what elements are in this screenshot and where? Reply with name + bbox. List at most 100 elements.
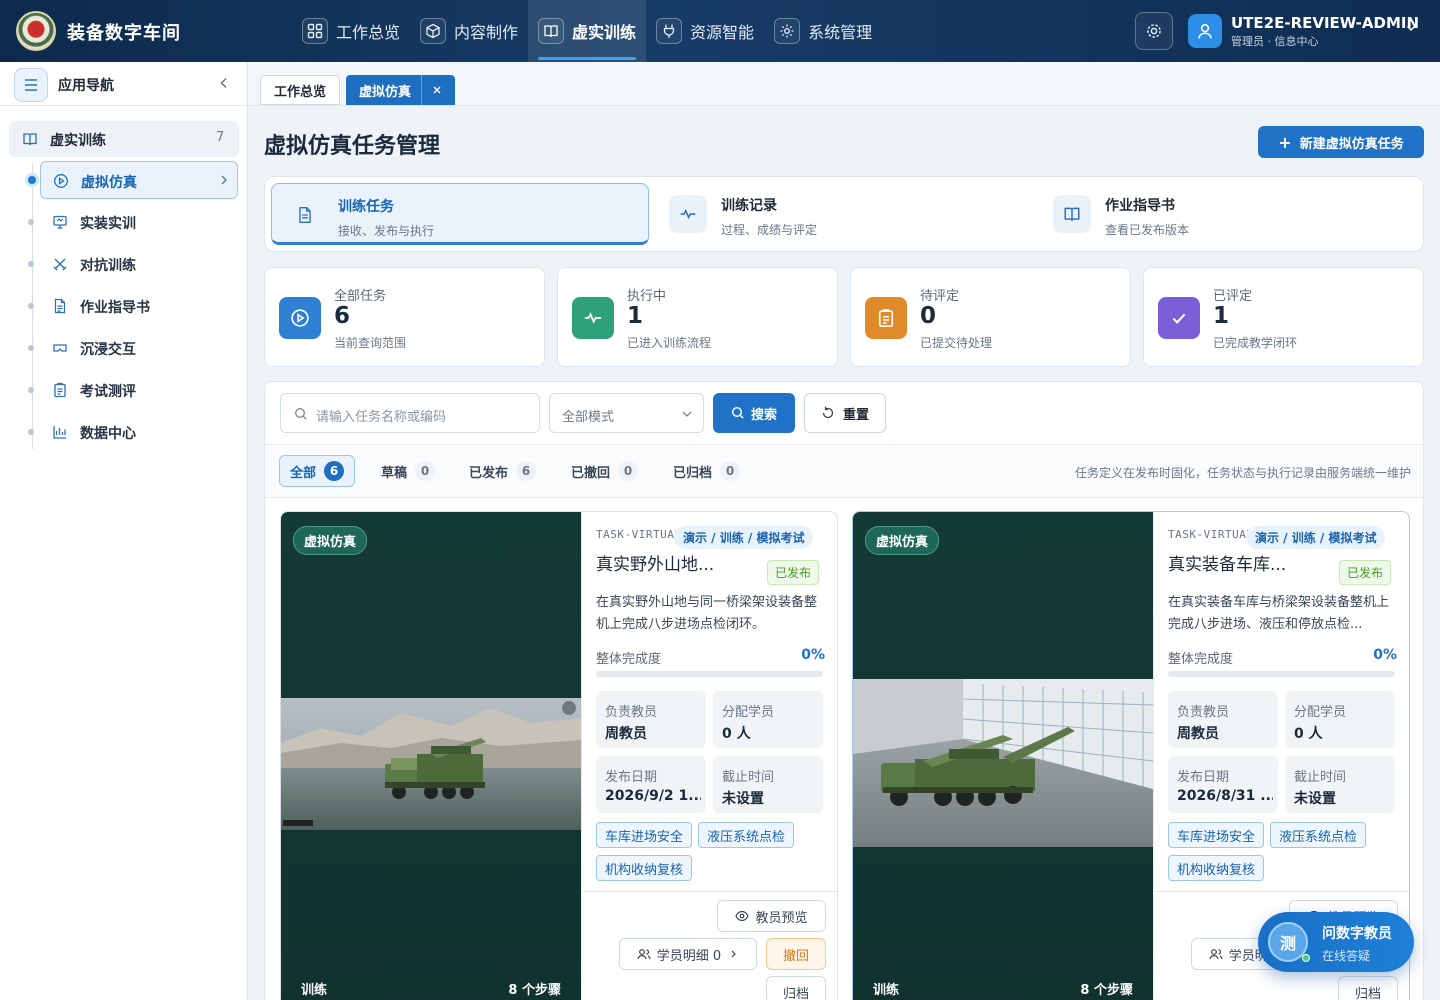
nav-item-system[interactable]: 系统管理 xyxy=(764,0,882,62)
search-icon xyxy=(294,407,308,421)
clipboard-icon xyxy=(52,382,68,398)
user-name[interactable]: UTE2E-REVIEW-ADMIN xyxy=(1231,14,1419,32)
button-label: 教员预览 xyxy=(755,910,808,926)
archive-button[interactable]: 归档 xyxy=(766,976,826,1000)
sidebar-item-guide[interactable]: 作业指导书 xyxy=(28,287,238,325)
sidebar-item-immersive[interactable]: 沉浸交互 xyxy=(28,329,238,367)
filter-label: 已撤回 xyxy=(571,465,611,481)
filter-published[interactable]: 已发布 6 xyxy=(459,455,546,487)
tab-virtual-sim[interactable]: 虚拟仿真 xyxy=(346,75,456,105)
nav-item-content[interactable]: 内容制作 xyxy=(410,0,528,62)
tree-dot xyxy=(28,176,36,184)
field-label: 截止时间 xyxy=(1294,770,1347,785)
search-input[interactable]: 请输入任务名称或编码 xyxy=(280,393,540,433)
filter-all[interactable]: 全部 6 xyxy=(279,455,356,487)
segment-title: 训练任务 xyxy=(338,199,394,215)
archive-button[interactable]: 归档 xyxy=(1338,976,1398,1000)
filter-draft[interactable]: 草稿 0 xyxy=(371,455,445,487)
user-avatar[interactable] xyxy=(1188,14,1222,48)
field-label: 分配学员 xyxy=(1294,705,1347,720)
sidebar-item-virtual-sim[interactable]: 虚拟仿真 xyxy=(28,161,238,199)
document-icon xyxy=(52,298,68,314)
nav-label: 工作总览 xyxy=(336,23,401,42)
publish-date-field: 发布日期 2026/8/31 ... xyxy=(1168,756,1278,813)
task-description: 在真实野外山地与同一桥梁架设装备整机上完成八步进场点检闭环。 xyxy=(596,595,818,632)
tree-dot xyxy=(28,387,34,393)
search-button[interactable]: 搜索 xyxy=(713,393,795,433)
sidebar-item-exam[interactable]: 考试测评 xyxy=(28,371,238,409)
field-label: 负责教员 xyxy=(1177,705,1230,720)
task-code: TASK-VIRTUAL xyxy=(1168,528,1248,541)
new-task-button[interactable]: + 新建虚拟仿真任务 xyxy=(1258,126,1424,158)
sidebar-item-confrontation[interactable]: 对抗训练 xyxy=(28,245,238,283)
clipboard-icon xyxy=(865,297,907,339)
users-icon xyxy=(1209,949,1223,960)
reset-button-label: 重置 xyxy=(842,407,869,423)
progress-value: 0% xyxy=(801,647,825,663)
eye-icon xyxy=(735,910,750,922)
mode-badge: 演示 / 训练 / 模拟考试 xyxy=(674,526,814,549)
play-circle-icon xyxy=(279,297,321,339)
segment-tasks[interactable]: 训练任务 接收、发布与执行 xyxy=(271,183,649,245)
segment-subtitle: 接收、发布与执行 xyxy=(338,224,435,238)
task-card-body: TASK-VIRTUAL 演示 / 训练 / 模拟考试 真实野外山地... 已发… xyxy=(581,512,837,1000)
user-icon xyxy=(1198,24,1212,39)
field-value: 周教员 xyxy=(1177,726,1219,742)
user-role: 管理员 · 信息中心 xyxy=(1231,35,1319,48)
document-icon xyxy=(286,196,324,234)
top-nav: 工作总览 内容制作 虚实训练 资源智能 系统管理 xyxy=(292,0,882,62)
collapse-icon[interactable] xyxy=(218,76,230,90)
task-title[interactable]: 真实装备车库... xyxy=(1168,550,1286,575)
type-badge: 虚拟仿真 xyxy=(865,526,940,555)
withdraw-button[interactable]: 撤回 xyxy=(766,938,826,970)
gear-icon xyxy=(774,18,801,44)
mode-select[interactable]: 全部模式 xyxy=(549,393,704,433)
sidebar-item-label: 数据中心 xyxy=(80,426,136,442)
plus-icon: + xyxy=(1278,132,1292,152)
sidebar-item-data-center[interactable]: 数据中心 xyxy=(28,413,238,451)
skill-tag: 车库进场安全 xyxy=(596,822,693,848)
filter-archived[interactable]: 已归档 0 xyxy=(663,455,750,487)
sidebar-item-label: 对抗训练 xyxy=(80,258,136,274)
refresh-icon xyxy=(822,406,834,419)
menu-icon xyxy=(25,79,37,91)
sidebar-group-training[interactable]: 虚实训练 7 xyxy=(9,121,239,157)
chevron-right-icon xyxy=(219,174,229,186)
book-icon xyxy=(22,131,38,147)
reset-button[interactable]: 重置 xyxy=(804,393,886,433)
ask-assistant-button[interactable]: 测 问数字教员 在线答疑 xyxy=(1258,912,1414,972)
stat-sub: 当前查询范围 xyxy=(334,336,407,350)
filter-withdrawn[interactable]: 已撤回 0 xyxy=(561,455,648,487)
nav-item-overview[interactable]: 工作总览 xyxy=(292,0,410,62)
segment-records[interactable]: 训练记录 过程、成绩与评定 xyxy=(655,183,1033,245)
teacher-preview-button[interactable]: 教员预览 xyxy=(717,900,826,932)
students-field: 分配学员 0 人 xyxy=(713,691,823,748)
skill-tag: 机构收纳复核 xyxy=(1168,855,1265,881)
progress-bar xyxy=(596,671,823,677)
sidebar-item-real-equipment[interactable]: 实装实训 xyxy=(28,203,238,241)
nav-item-training[interactable]: 虚实训练 xyxy=(528,0,647,62)
swords-icon xyxy=(52,256,68,272)
chevron-down-icon[interactable] xyxy=(1405,22,1417,34)
assistant-subtitle: 在线答疑 xyxy=(1322,949,1371,963)
sidebar-item-label: 实装实训 xyxy=(80,216,136,232)
book-icon xyxy=(1053,195,1091,233)
segment-title: 训练记录 xyxy=(721,198,777,214)
task-title[interactable]: 真实野外山地... xyxy=(596,550,714,575)
tab-overview[interactable]: 工作总览 xyxy=(260,75,340,105)
nav-item-resources[interactable]: 资源智能 xyxy=(646,0,764,62)
mode-select-value: 全部模式 xyxy=(562,410,615,425)
settings-button[interactable] xyxy=(1135,12,1173,50)
progress-label: 整体完成度 xyxy=(1168,652,1234,667)
student-detail-button[interactable]: 学员明细 0 xyxy=(619,938,757,970)
field-value: 未设置 xyxy=(722,791,764,807)
card-mode-label: 训练 xyxy=(873,983,900,998)
chevron-down-icon xyxy=(681,409,693,419)
menu-toggle-button[interactable] xyxy=(14,68,48,102)
task-card[interactable]: 虚拟仿真 训练 8 个步骤 TASK-VIRTUAL 演示 / 训练 / 模拟考… xyxy=(280,511,838,1000)
filter-count: 0 xyxy=(618,461,639,481)
close-icon[interactable] xyxy=(421,75,442,105)
filter-label: 全部 xyxy=(290,465,317,481)
segment-guides[interactable]: 作业指导书 查看已发布版本 xyxy=(1039,183,1417,245)
button-label: 归档 xyxy=(782,986,809,1000)
